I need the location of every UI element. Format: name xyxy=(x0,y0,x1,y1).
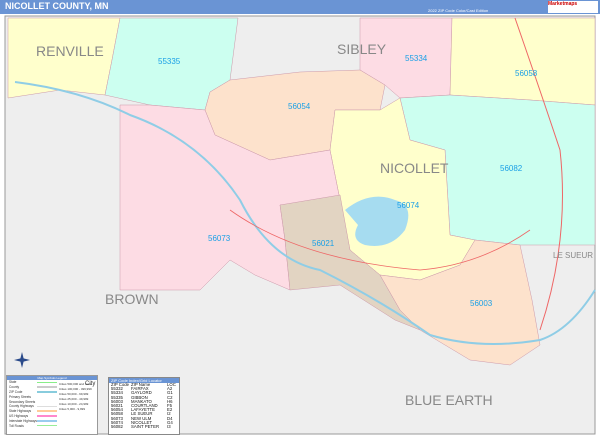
table-cell: 56082 xyxy=(111,423,123,429)
title-bar: NICOLLET COUNTY, MN 2022 ZIP Code Color/… xyxy=(0,0,600,14)
zip-area-56058[interactable] xyxy=(449,17,596,106)
county-label-renville: RENVILLE xyxy=(36,43,104,59)
county-label-brown: BROWN xyxy=(105,291,159,307)
zip-label: 56074 xyxy=(397,201,420,210)
zip-label: 56021 xyxy=(312,239,335,248)
legend-item: Toll Roads xyxy=(7,423,97,428)
table-cell: SAINT PETER xyxy=(131,423,160,429)
zip-label: 56054 xyxy=(288,102,311,111)
table-cell: I3 xyxy=(167,423,171,429)
zip-label: 56073 xyxy=(208,234,231,243)
zip-label: 56058 xyxy=(515,69,538,78)
zip-label: 55334 xyxy=(405,54,428,63)
zip-label: 55335 xyxy=(158,57,181,66)
zip-index-table: ZIP Code Index/Grid Locator ZIP Code ZIP … xyxy=(108,377,180,435)
county-label-sibley: SIBLEY xyxy=(337,41,387,57)
zip-label: 56082 xyxy=(500,164,523,173)
legend-city-sample: City xyxy=(85,381,96,387)
zip-label: 56003 xyxy=(470,299,493,308)
map-title: NICOLLET COUNTY, MN xyxy=(5,1,109,11)
map-legend: Map Symbols Legend State County ZIP Code… xyxy=(6,375,98,435)
map-canvas[interactable]: RENVILLE SIBLEY NICOLLET LE SUEUR BROWN … xyxy=(0,14,600,436)
edition-label: 2022 ZIP Code Color/Cast Edition xyxy=(428,8,489,13)
county-label-le-sueur: LE SUEUR xyxy=(553,251,593,260)
county-label-nicollet: NICOLLET xyxy=(380,160,449,176)
table-row: 56082 SAINT PETER I3 xyxy=(109,423,179,429)
county-label-blue-earth: BLUE EARTH xyxy=(405,392,493,408)
logo: Marketmaps xyxy=(548,1,598,13)
